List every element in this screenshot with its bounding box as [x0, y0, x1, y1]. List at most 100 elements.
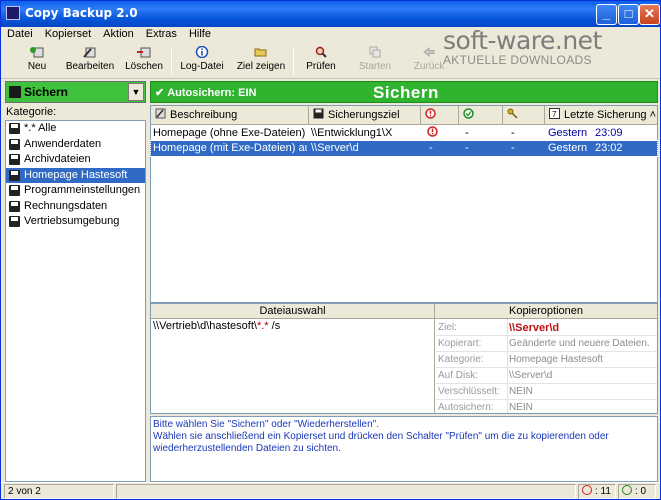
row-target: \\Entwicklung1\X — [311, 127, 393, 139]
category-item-programmeinstellungen[interactable]: Programmeinstellungen — [6, 183, 145, 199]
edit-icon — [83, 47, 96, 58]
mode-dropdown-value: Sichern — [24, 85, 69, 99]
status-message — [116, 484, 576, 499]
arrow-left-icon — [423, 46, 435, 58]
category-item-homepage-hastesoft[interactable]: Homepage Hastesoft — [6, 167, 145, 183]
edit-button[interactable]: Bearbeiten — [63, 45, 117, 77]
disk-icon — [313, 108, 324, 119]
start-button[interactable]: Starten — [353, 45, 397, 77]
app-window: Copy Backup 2.0 _ □ ✕ Datei Kopierset Akti… — [0, 0, 661, 500]
error-icon — [582, 485, 592, 495]
row-description: Homepage (ohne Exe-Dateien) auf... — [153, 127, 307, 139]
row-ok: - — [465, 127, 469, 139]
column-header-last-backup[interactable]: 7 Letzte Sicherung ˄ — [545, 106, 657, 125]
app-disk-icon — [6, 6, 20, 20]
disk-icon — [9, 200, 20, 212]
menu-datei[interactable]: Datei — [1, 27, 39, 40]
watermark-subtitle: AKTUELLE DOWNLOADS — [443, 53, 592, 67]
left-panel: Sichern ▼ Kategorie: *.* Alle Anwenderda… — [5, 81, 146, 482]
disk-icon — [9, 185, 20, 196]
new-icon — [30, 47, 44, 58]
checkmark-icon: ✔ — [155, 87, 165, 99]
disk-icon — [9, 86, 21, 98]
autosave-status[interactable]: ✔ Autosichern: EIN — [155, 86, 256, 99]
category-item-rechnungsdaten[interactable]: Rechnungsdaten — [6, 199, 145, 215]
column-header-description[interactable]: Beschreibung — [151, 106, 309, 125]
disk-icon — [9, 216, 20, 227]
row-date: Gestern — [548, 127, 588, 139]
info-line-2: Wählen sie anschließend ein Kopierset un… — [153, 431, 609, 454]
column-header-key[interactable] — [503, 106, 545, 125]
error-icon — [427, 126, 439, 140]
window-title: Copy Backup 2.0 — [25, 6, 138, 20]
status-errors: : 11 — [578, 484, 616, 499]
title-bar[interactable]: Copy Backup 2.0 _ □ ✕ — [1, 1, 660, 27]
column-header-target[interactable]: Sicherungsziel — [309, 106, 421, 125]
chevron-down-icon[interactable]: ▼ — [128, 83, 144, 101]
file-selection-entry[interactable]: \\Vertrieb\d\hastesoft\*.* /s — [153, 320, 280, 332]
option-row-encrypted: Verschlüsselt: NEIN — [436, 384, 657, 400]
delete-icon — [137, 47, 151, 58]
menu-aktion[interactable]: Aktion — [97, 27, 140, 40]
toolbar-separator — [171, 47, 172, 75]
minimize-button[interactable]: _ — [596, 4, 617, 25]
info-icon — [195, 46, 209, 58]
row-date: Gestern — [548, 142, 588, 154]
file-selection-header: Dateiauswahl — [151, 304, 434, 319]
folder-open-icon — [254, 48, 267, 57]
maximize-button[interactable]: □ — [618, 4, 639, 25]
row-time: 23:09 — [595, 127, 623, 139]
category-item-anwenderdaten[interactable]: Anwenderdaten — [6, 137, 145, 153]
status-position: 2 von 2 — [4, 484, 114, 499]
status-bar: 2 von 2 : 11 : 0 — [1, 482, 660, 499]
show-target-button[interactable]: Ziel zeigen — [235, 45, 287, 77]
category-item-all[interactable]: *.* Alle — [6, 121, 145, 137]
option-row-category: Kategorie: Homepage Hastesoft — [436, 352, 657, 368]
log-file-button[interactable]: Log-Datei — [179, 45, 225, 77]
category-item-vertriebsumgebung[interactable]: Vertriebsumgebung — [6, 214, 145, 230]
column-header-ok[interactable] — [459, 106, 503, 125]
row-description: Homepage (mit Exe-Dateien) auf S... — [153, 142, 307, 154]
row-ok: - — [465, 142, 469, 154]
magnifier-icon — [315, 46, 327, 58]
option-row-target: Ziel: \\Server\d — [436, 320, 657, 336]
category-label: Kategorie: — [6, 106, 57, 118]
info-line-1: Bitte wählen Sie "Sichern" oder "Wiederh… — [153, 419, 379, 430]
info-text-box: Bitte wählen Sie "Sichern" oder "Wiederh… — [150, 416, 658, 482]
close-button[interactable]: ✕ — [639, 4, 660, 25]
menu-extras[interactable]: Extras — [140, 27, 183, 40]
row-time: 23:02 — [595, 142, 623, 154]
toolbar-separator — [293, 47, 294, 75]
ok-icon — [622, 485, 632, 495]
disk-icon — [9, 138, 20, 150]
mode-headline: Sichern — [373, 83, 439, 102]
right-panel: ✔ Autosichern: EIN Sichern Beschreibung S… — [150, 81, 658, 482]
calendar-icon: 7 — [549, 108, 560, 119]
new-button[interactable]: Neu — [19, 45, 55, 77]
mode-banner: ✔ Autosichern: EIN Sichern — [150, 81, 658, 103]
category-list: *.* Alle Anwenderdaten Archivdateien Hom… — [5, 120, 146, 482]
watermark-title: soft-ware.net — [443, 26, 602, 55]
status-ok: : 0 — [618, 484, 656, 499]
column-divider — [434, 304, 435, 413]
category-item-archivdateien[interactable]: Archivdateien — [6, 152, 145, 168]
row-errors: - — [429, 142, 433, 154]
copy-options-header: Kopieroptionen — [435, 304, 657, 319]
sort-ascending-icon: ˄ — [649, 109, 657, 121]
key-icon — [507, 108, 518, 119]
table-row[interactable]: Homepage (ohne Exe-Dateien) auf... \\Ent… — [151, 126, 657, 141]
option-row-disk: Auf Disk: \\Server\d — [436, 368, 657, 384]
menu-hilfe[interactable]: Hilfe — [183, 27, 217, 40]
delete-button[interactable]: Löschen — [123, 45, 165, 77]
menu-kopierset[interactable]: Kopierset — [39, 27, 97, 40]
mode-dropdown[interactable]: Sichern ▼ — [5, 81, 146, 103]
details-box: Dateiauswahl Kopieroptionen \\Vertrieb\d… — [150, 303, 658, 414]
table-row[interactable]: Homepage (mit Exe-Dateien) auf S... \\Se… — [150, 140, 658, 157]
table-header: Beschreibung Sicherungsziel 7 Letzte Sich… — [151, 106, 657, 125]
check-button[interactable]: Prüfen — [301, 45, 341, 77]
column-header-errors[interactable] — [421, 106, 459, 125]
ok-icon — [463, 108, 474, 119]
row-key: - — [511, 127, 515, 139]
disk-icon — [9, 154, 20, 165]
row-target: \\Server\d — [311, 142, 359, 154]
